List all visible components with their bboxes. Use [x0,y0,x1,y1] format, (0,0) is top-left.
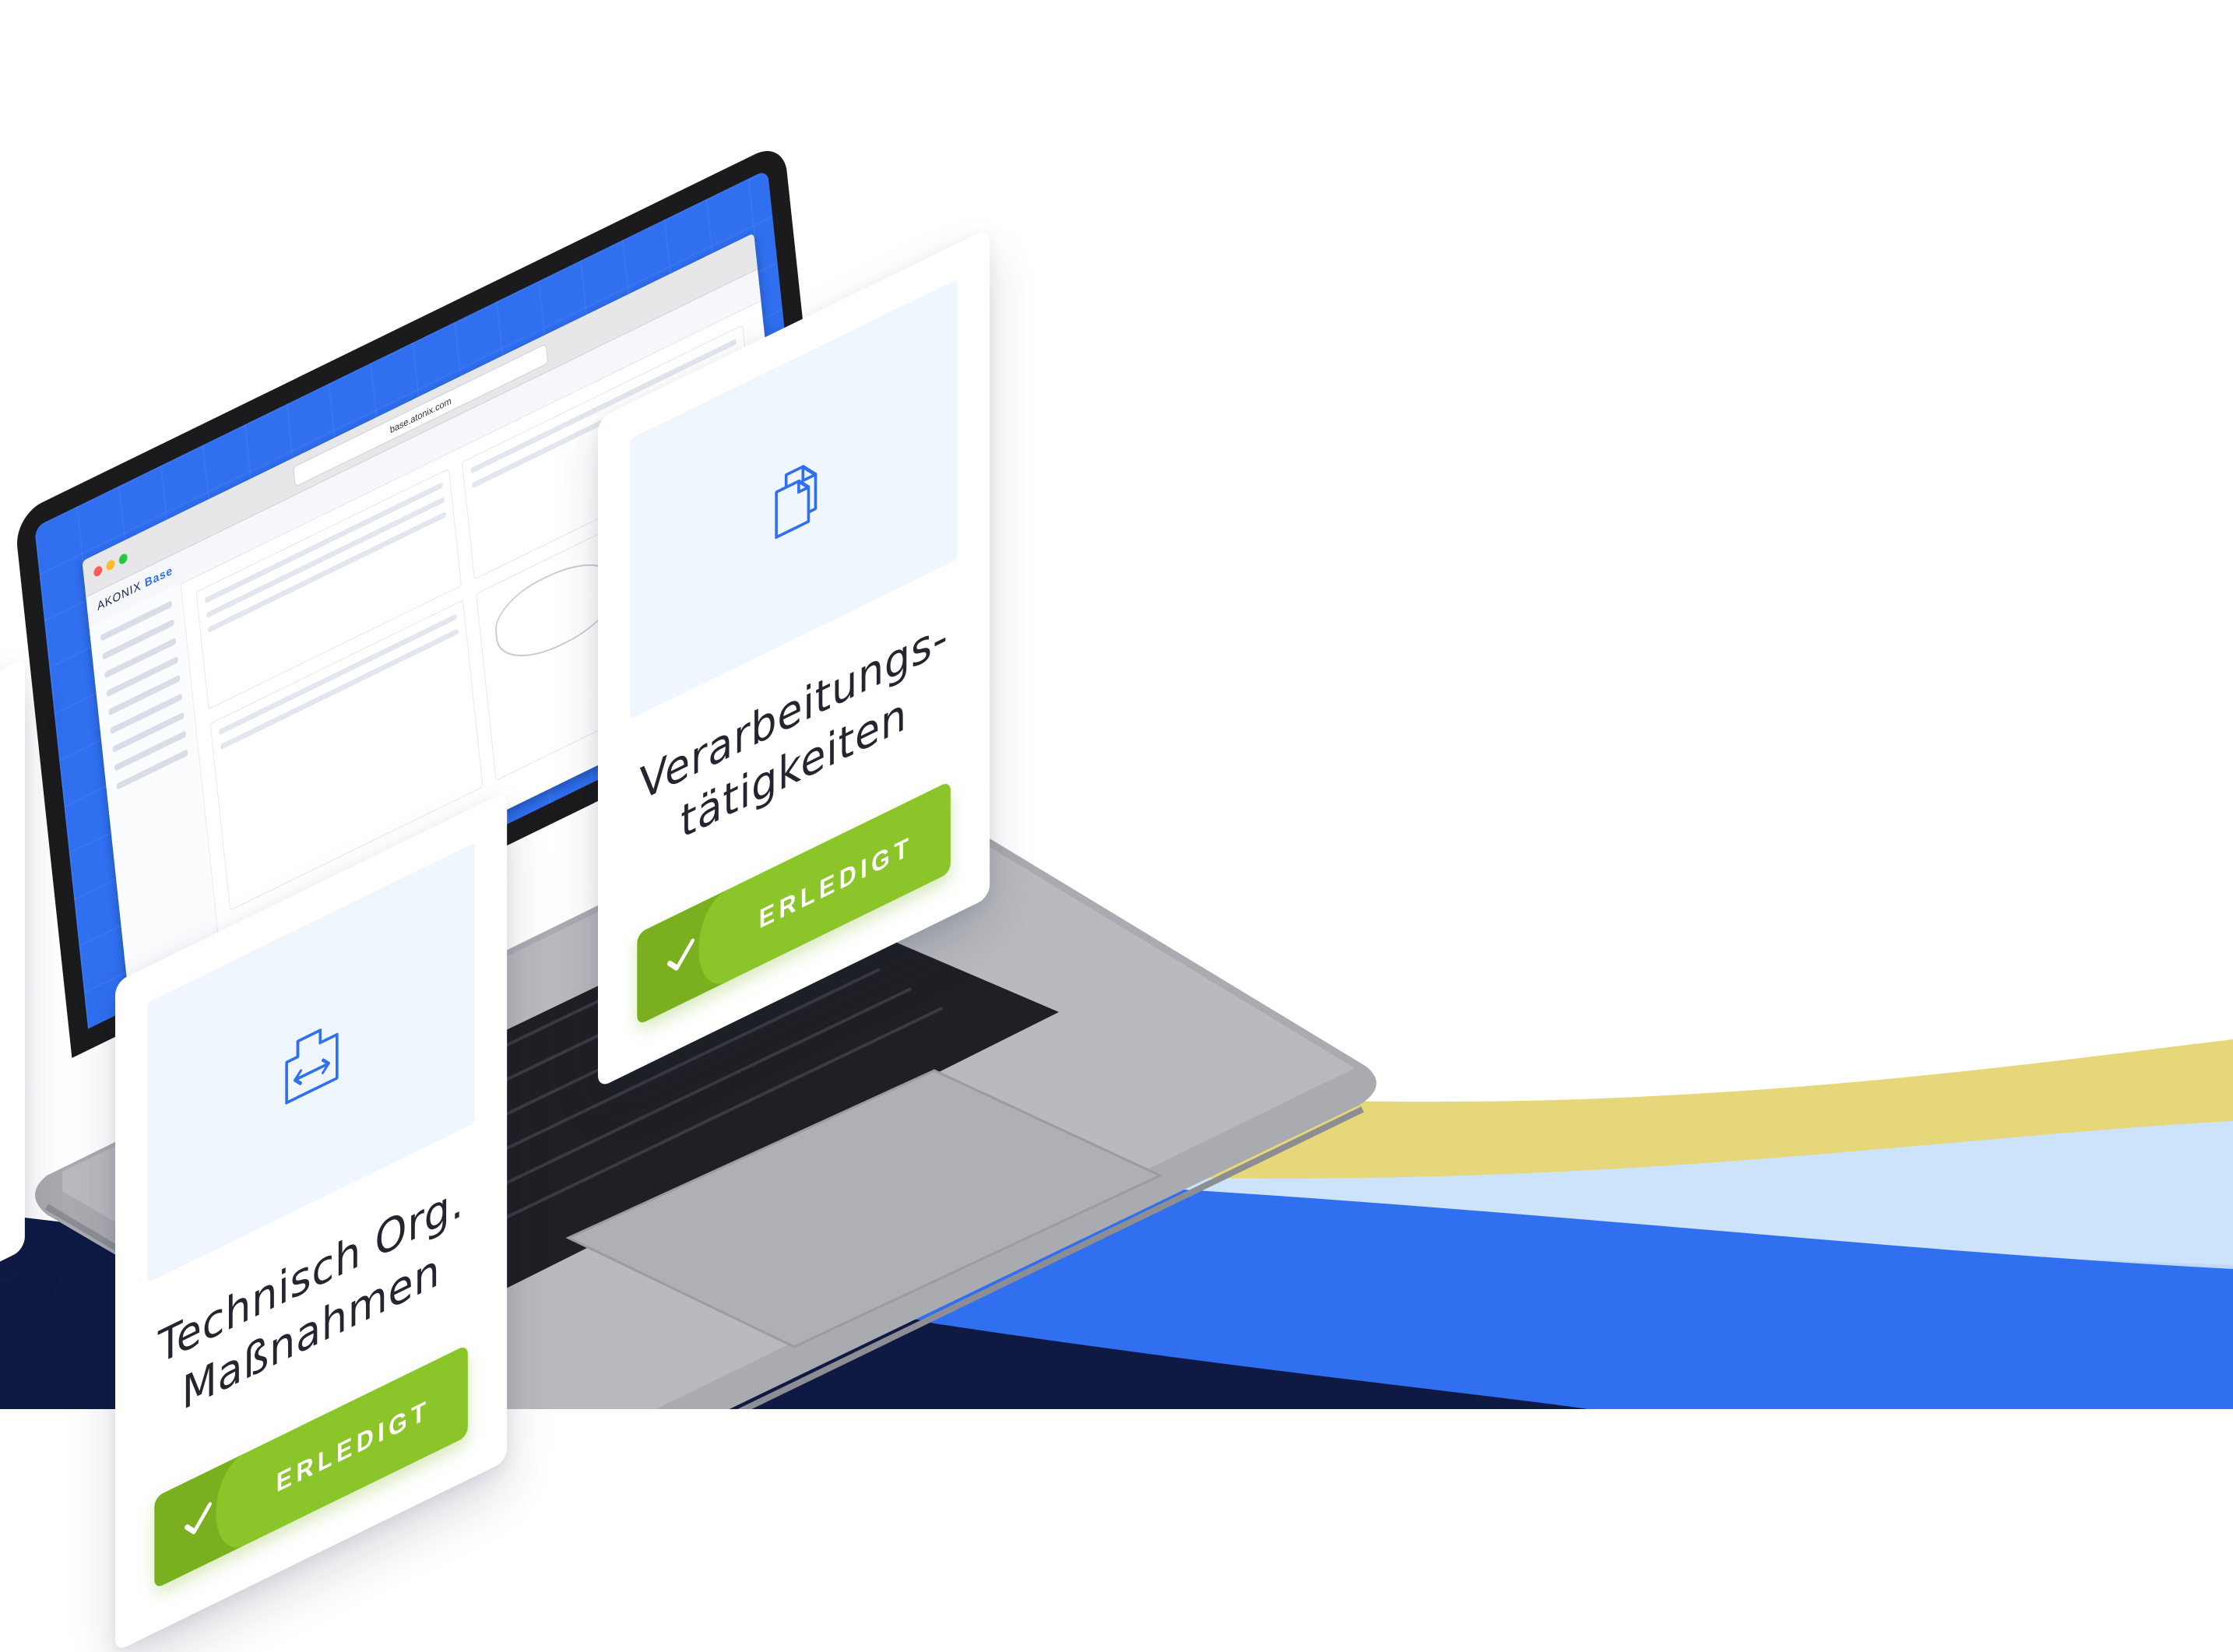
minimize-window-icon[interactable] [105,558,115,572]
sidebar-item[interactable] [110,693,183,735]
documents-stack-icon [775,465,818,540]
sidebar-item[interactable] [106,656,179,698]
done-button-label: ERLEDIGT [276,1394,431,1499]
done-button-check-zone [637,890,727,1026]
sidebar-item[interactable] [102,619,174,660]
sidebar-item[interactable] [112,712,185,754]
sidebar-item[interactable] [104,637,177,679]
sidebar-item[interactable] [108,674,181,716]
close-window-icon[interactable] [93,564,103,578]
sidebar-item[interactable] [116,749,188,790]
done-button-check-zone [154,1453,244,1590]
app-logo-suffix: Base [144,563,174,591]
sidebar-item[interactable] [114,730,187,772]
document-transfer-icon [285,1028,339,1105]
partial-card [0,657,25,1277]
maximize-window-icon[interactable] [118,552,128,566]
checkmark-icon [184,1502,212,1534]
hero-scene: base.atonix.com AKONIX Base Technisch Or… [0,0,2233,1652]
checkmark-icon [666,938,695,971]
